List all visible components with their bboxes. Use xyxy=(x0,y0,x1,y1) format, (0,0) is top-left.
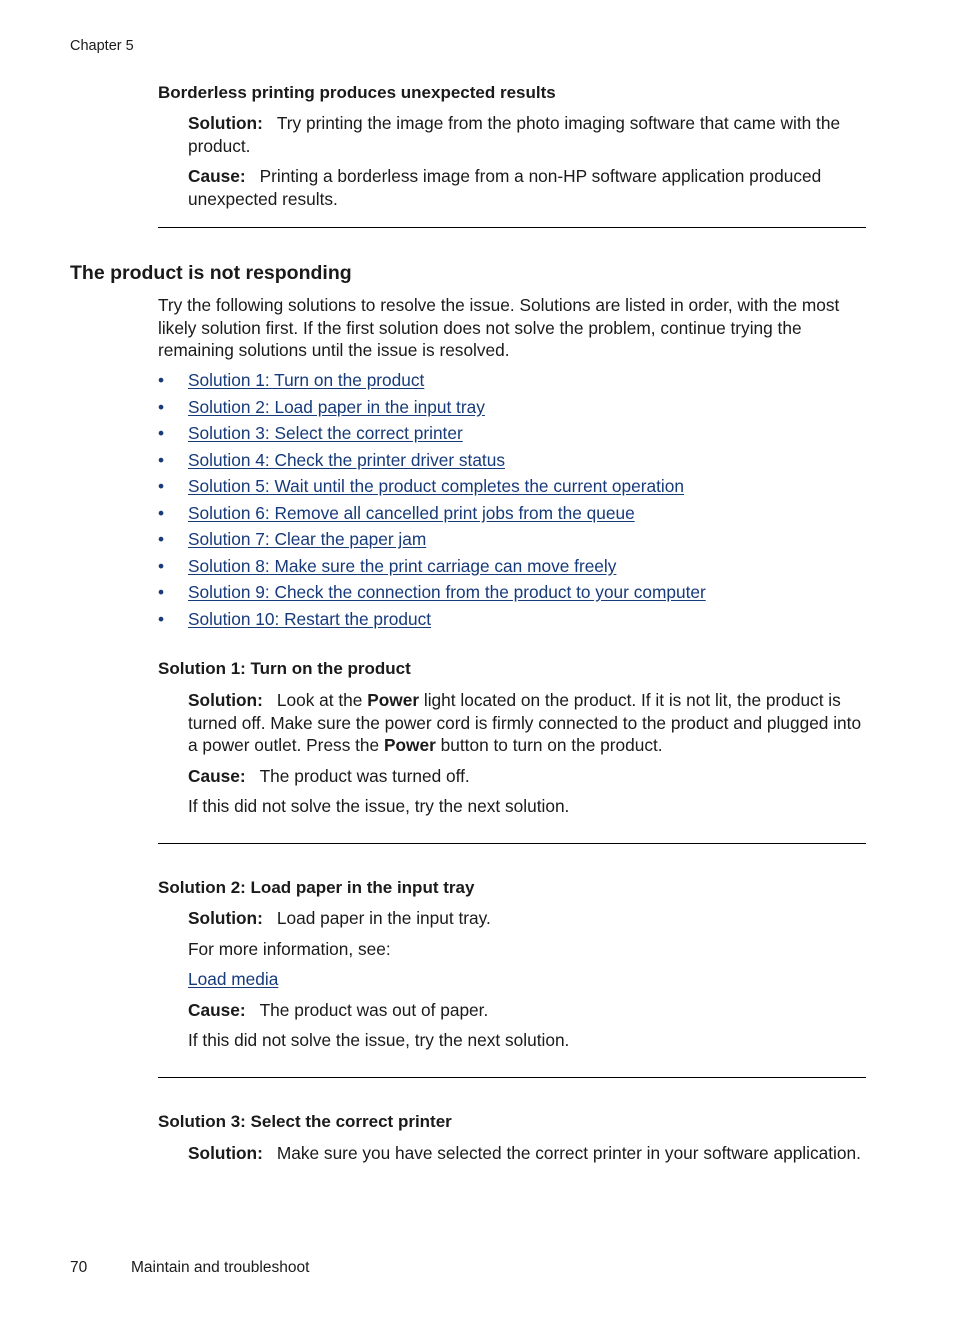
chapter-header: Chapter 5 xyxy=(70,38,134,54)
divider xyxy=(158,1077,866,1078)
list-item: • Solution 5: Wait until the product comp… xyxy=(158,475,706,502)
list-item: • Solution 8: Make sure the print carriag… xyxy=(158,555,706,582)
cause-label: Cause: xyxy=(188,166,246,186)
solution-label: Solution: xyxy=(188,113,263,133)
cause-text: The product was out of paper. xyxy=(259,1000,489,1020)
next-solution-note: If this did not solve the issue, try the… xyxy=(188,1030,570,1050)
solution-2-cause: Cause: The product was out of paper. xyxy=(188,999,868,1022)
solution-3-heading: Solution 3: Select the correct printer xyxy=(158,1112,452,1131)
bullet-icon: • xyxy=(158,423,165,443)
borderless-solution: Solution: Try printing the image from the… xyxy=(188,112,868,157)
cause-label: Cause: xyxy=(188,766,246,786)
cause-text: The product was turned off. xyxy=(259,766,470,786)
bullet-icon: • xyxy=(158,396,165,417)
solution-4-link[interactable]: Solution 4: Check the printer driver sta… xyxy=(188,450,505,470)
divider xyxy=(158,227,866,228)
list-item: • Solution 9: Check the connection from t… xyxy=(158,581,706,608)
solution-2-body: Solution: Load paper in the input tray. xyxy=(188,907,868,930)
solution-text: button to turn on the product. xyxy=(435,735,663,755)
divider xyxy=(158,843,866,844)
borderless-cause: Cause: Printing a borderless image from a… xyxy=(188,165,868,210)
solution-2-link[interactable]: Solution 2: Load paper in the input tray xyxy=(188,397,485,417)
solution-label: Solution: xyxy=(188,1143,263,1163)
solution-text: Make sure you have selected the correct … xyxy=(276,1143,861,1163)
list-item: • Solution 7: Clear the paper jam xyxy=(158,528,706,555)
solution-text: Load paper in the input tray. xyxy=(276,908,491,928)
power-term: Power xyxy=(367,690,420,710)
solution-7-link[interactable]: Solution 7: Clear the paper jam xyxy=(188,529,426,549)
bullet-icon: • xyxy=(158,449,165,470)
footer-section-title: Maintain and troubleshoot xyxy=(131,1259,310,1276)
intro-paragraph: Try the following solutions to resolve t… xyxy=(158,295,840,360)
page-number: 70 xyxy=(70,1259,88,1276)
cause-label: Cause: xyxy=(188,1000,246,1020)
solution-1-heading: Solution 1: Turn on the product xyxy=(158,659,411,678)
cause-text: Printing a borderless image from a non-H… xyxy=(188,166,822,209)
bullet-icon: • xyxy=(158,529,165,549)
bullet-icon: • xyxy=(158,555,165,576)
section-heading: The product is not responding xyxy=(70,262,352,284)
solution-label: Solution: xyxy=(188,690,263,710)
solution-3-link[interactable]: Solution 3: Select the correct printer xyxy=(188,423,463,443)
list-item: • Solution 1: Turn on the product xyxy=(158,369,706,396)
solution-5-link[interactable]: Solution 5: Wait until the product compl… xyxy=(188,476,684,496)
bullet-icon: • xyxy=(158,370,165,390)
solution-1-cause: Cause: The product was turned off. xyxy=(188,765,868,788)
solutions-list: • Solution 1: Turn on the product • Soluti… xyxy=(158,369,706,634)
solution-2-heading: Solution 2: Load paper in the input tray xyxy=(158,878,475,897)
solution-text: Look at the xyxy=(276,690,368,710)
solution-3-body: Solution: Make sure you have selected the… xyxy=(188,1142,868,1165)
solution-1-link[interactable]: Solution 1: Turn on the product xyxy=(188,370,424,390)
solution-text: Try printing the image from the photo im… xyxy=(188,113,841,156)
list-item: • Solution 3: Select the correct printer xyxy=(158,422,706,449)
list-item: • Solution 4: Check the printer driver st… xyxy=(158,449,706,476)
bullet-icon: • xyxy=(158,476,165,496)
bullet-icon: • xyxy=(158,608,165,629)
list-item: • Solution 2: Load paper in the input tra… xyxy=(158,396,706,423)
solution-10-link[interactable]: Solution 10: Restart the product xyxy=(188,609,431,629)
list-item: • Solution 10: Restart the product xyxy=(158,608,706,635)
load-media-link[interactable]: Load media xyxy=(188,969,278,989)
load-media-link-wrap: Load media xyxy=(188,968,868,991)
more-info-text: For more information, see: xyxy=(188,939,391,959)
bullet-icon: • xyxy=(158,502,165,523)
solution-6-link[interactable]: Solution 6: Remove all cancelled print j… xyxy=(188,503,635,523)
solution-label: Solution: xyxy=(188,908,263,928)
bullet-icon: • xyxy=(158,582,165,602)
power-term: Power xyxy=(383,735,436,755)
solution-1-body: Solution: Look at the Power light located… xyxy=(188,689,868,757)
solution-8-link[interactable]: Solution 8: Make sure the print carriage… xyxy=(188,556,616,576)
solution-9-link[interactable]: Solution 9: Check the connection from th… xyxy=(188,582,706,602)
list-item: • Solution 6: Remove all cancelled print … xyxy=(158,502,706,529)
next-solution-note: If this did not solve the issue, try the… xyxy=(188,796,570,816)
borderless-heading: Borderless printing produces unexpected … xyxy=(158,83,556,102)
